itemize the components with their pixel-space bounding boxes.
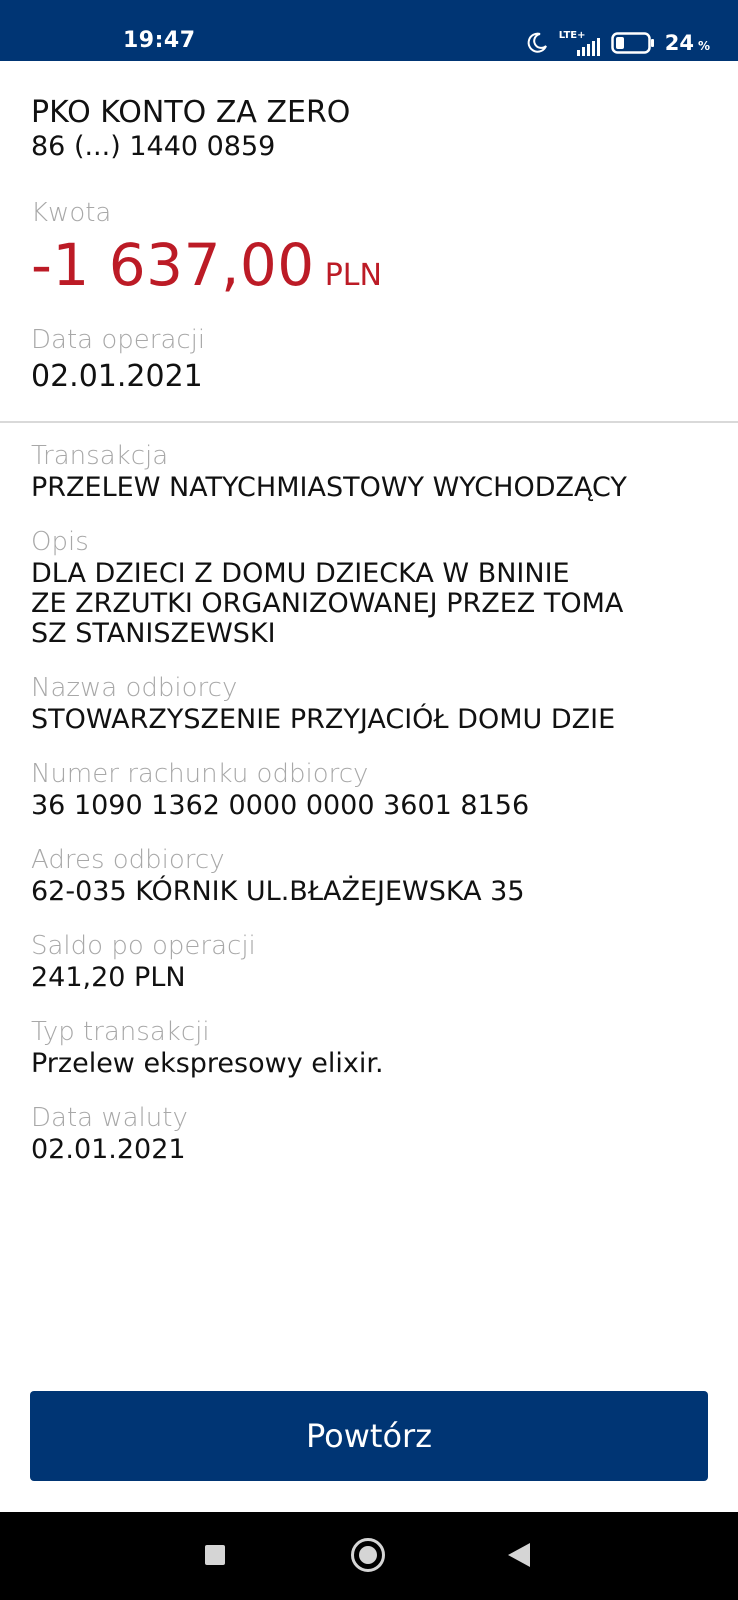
- recents-icon[interactable]: [205, 1545, 225, 1565]
- amount-section: Kwota -1 637,00 PLN: [31, 198, 382, 298]
- status-time: 19:47: [123, 28, 196, 53]
- field-transaction-type: Typ transakcji Przelew ekspresowy elixir…: [31, 1017, 711, 1079]
- description-label: Opis: [31, 527, 89, 557]
- repeat-button[interactable]: Powtórz: [30, 1391, 708, 1481]
- transaction-value: PRZELEW NATYCHMIASTOWY WYCHODZĄCY: [31, 472, 627, 503]
- home-icon[interactable]: [351, 1538, 385, 1572]
- status-bar: 19:47 LTE+ 24%: [0, 0, 738, 61]
- amount-currency: PLN: [324, 258, 382, 293]
- battery-percent: 24%: [664, 31, 710, 55]
- operation-date-section: Data operacji 02.01.2021: [31, 325, 205, 395]
- navigation-bar: [0, 1512, 738, 1600]
- operation-date-value: 02.01.2021: [31, 359, 203, 394]
- recipient-address-label: Adres odbiorcy: [31, 845, 225, 875]
- back-icon[interactable]: [508, 1543, 530, 1567]
- field-recipient-account: Numer rachunku odbiorcy 36 1090 1362 000…: [31, 759, 711, 821]
- transaction-type-value: Przelew ekspresowy elixir.: [31, 1048, 384, 1079]
- recipient-name-label: Nazwa odbiorcy: [31, 673, 238, 703]
- field-value-date: Data waluty 02.01.2021: [31, 1103, 711, 1165]
- field-recipient-address: Adres odbiorcy 62-035 KÓRNIK UL.BŁAŻEJEW…: [31, 845, 711, 907]
- status-icons: LTE+ 24%: [525, 28, 710, 58]
- balance-after-value: 241,20 PLN: [31, 962, 186, 993]
- value-date-value: 02.01.2021: [31, 1134, 186, 1165]
- operation-date-label: Data operacji: [31, 325, 206, 355]
- amount-label: Kwota: [31, 198, 112, 228]
- battery-icon: [610, 32, 654, 54]
- amount: -1 637,00 PLN: [31, 232, 382, 298]
- account-name: PKO KONTO ZA ZERO: [31, 95, 351, 130]
- recipient-account-label: Numer rachunku odbiorcy: [31, 759, 369, 789]
- recipient-account-value: 36 1090 1362 0000 0000 3601 8156: [31, 790, 530, 821]
- account-info: PKO KONTO ZA ZERO 86 (...) 1440 0859: [31, 96, 350, 164]
- divider: [0, 421, 738, 423]
- balance-after-label: Saldo po operacji: [31, 931, 256, 961]
- transaction-details: Transakcja PRZELEW NATYCHMIASTOWY WYCHOD…: [31, 441, 711, 1189]
- field-recipient-name: Nazwa odbiorcy STOWARZYSZENIE PRZYJACIÓŁ…: [31, 673, 711, 735]
- description-value: DLA DZIECI Z DOMU DZIECKA W BNINIE ZE ZR…: [31, 558, 624, 649]
- field-description: Opis DLA DZIECI Z DOMU DZIECKA W BNINIE …: [31, 527, 711, 649]
- account-number: 86 (...) 1440 0859: [31, 131, 276, 162]
- field-balance-after: Saldo po operacji 241,20 PLN: [31, 931, 711, 993]
- signal-icon: LTE+: [559, 30, 601, 56]
- recipient-address-value: 62-035 KÓRNIK UL.BŁAŻEJEWSKA 35: [31, 876, 525, 907]
- value-date-label: Data waluty: [31, 1103, 188, 1133]
- field-transaction: Transakcja PRZELEW NATYCHMIASTOWY WYCHOD…: [31, 441, 711, 503]
- recipient-name-value: STOWARZYSZENIE PRZYJACIÓŁ DOMU DZIE: [31, 704, 616, 735]
- battery-unit: %: [697, 39, 710, 53]
- transaction-label: Transakcja: [31, 441, 169, 471]
- moon-icon: [527, 32, 547, 53]
- transaction-type-label: Typ transakcji: [31, 1017, 210, 1047]
- amount-value: -1 637,00: [31, 231, 315, 299]
